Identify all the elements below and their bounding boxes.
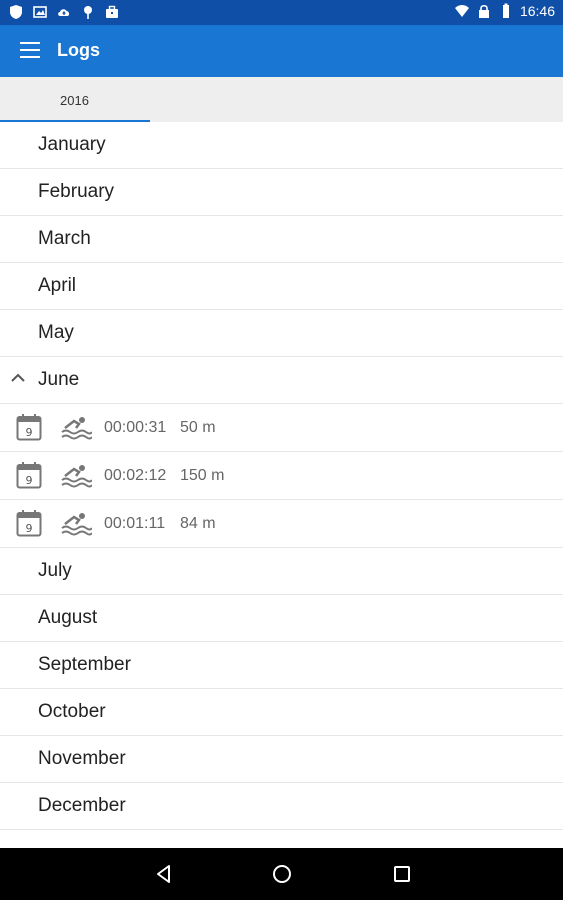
month-row-june[interactable]: June xyxy=(0,357,563,404)
month-row-march[interactable]: March xyxy=(0,216,563,263)
calendar-day: 9 xyxy=(26,522,33,535)
lock-icon xyxy=(478,4,489,18)
month-row-september[interactable]: September xyxy=(0,642,563,689)
month-row-january[interactable]: January xyxy=(0,122,563,169)
image-icon xyxy=(33,6,47,18)
month-label: February xyxy=(38,181,115,202)
calendar-day: 9 xyxy=(26,474,33,487)
status-time: 16:46 xyxy=(519,3,555,19)
log-entry[interactable]: 9 00:02:12 150 m xyxy=(0,452,563,500)
chevron-up-icon xyxy=(11,373,25,382)
month-row-july[interactable]: July xyxy=(0,548,563,595)
month-label: May xyxy=(38,322,74,343)
month-label: April xyxy=(38,275,77,296)
log-duration: 00:01:11 xyxy=(104,515,166,532)
battery-icon xyxy=(502,3,509,18)
home-icon[interactable] xyxy=(270,862,294,886)
month-row-november[interactable]: November xyxy=(0,736,563,783)
tab-label: 2016 xyxy=(60,93,89,108)
month-label: July xyxy=(38,560,72,581)
month-label: August xyxy=(38,607,98,628)
log-entry[interactable]: 9 00:00:31 50 m xyxy=(0,404,563,452)
calendar-day: 9 xyxy=(26,426,33,439)
tab-bar: 2016 xyxy=(0,77,563,122)
month-row-august[interactable]: August xyxy=(0,595,563,642)
log-distance: 50 m xyxy=(180,419,216,436)
swimming-icon xyxy=(61,465,92,488)
status-bar: 16:46 xyxy=(0,0,563,25)
system-nav-bar xyxy=(0,848,563,900)
swimming-icon xyxy=(61,513,92,536)
calendar-icon: 9 xyxy=(16,510,42,537)
recents-icon[interactable] xyxy=(390,862,414,886)
log-entry[interactable]: 9 00:01:11 84 m xyxy=(0,500,563,548)
month-label: December xyxy=(38,795,126,816)
briefcase-icon xyxy=(106,5,118,18)
calendar-icon: 9 xyxy=(16,462,42,489)
month-row-february[interactable]: February xyxy=(0,169,563,216)
month-label: January xyxy=(38,134,106,155)
month-label: March xyxy=(38,228,91,249)
month-label: September xyxy=(38,654,131,675)
log-duration: 00:02:12 xyxy=(104,467,167,484)
month-row-october[interactable]: October xyxy=(0,689,563,736)
cloud-upload-icon xyxy=(58,9,70,16)
page-title: Logs xyxy=(57,40,100,60)
location-pin-icon xyxy=(84,6,92,19)
month-label: October xyxy=(38,701,106,722)
log-duration: 00:00:31 xyxy=(104,419,167,436)
month-row-may[interactable]: May xyxy=(0,310,563,357)
month-label: November xyxy=(38,748,126,769)
swimming-icon xyxy=(61,417,92,440)
log-distance: 150 m xyxy=(180,467,225,484)
month-row-december[interactable]: December xyxy=(0,783,563,830)
month-row-april[interactable]: April xyxy=(0,263,563,310)
app-bar: Logs xyxy=(0,25,563,77)
logs-list: January February March April May June 9 … xyxy=(0,122,563,830)
status-bar-system: 16:46 xyxy=(454,3,555,19)
shield-icon xyxy=(10,5,22,19)
tab-2016[interactable]: 2016 xyxy=(0,77,150,122)
wifi-icon xyxy=(454,5,469,17)
month-label: June xyxy=(38,369,80,390)
calendar-icon: 9 xyxy=(16,414,42,441)
back-icon[interactable] xyxy=(152,862,176,886)
status-bar-notifications xyxy=(8,4,120,20)
hamburger-menu-icon[interactable] xyxy=(20,42,40,60)
log-distance: 84 m xyxy=(180,515,216,532)
